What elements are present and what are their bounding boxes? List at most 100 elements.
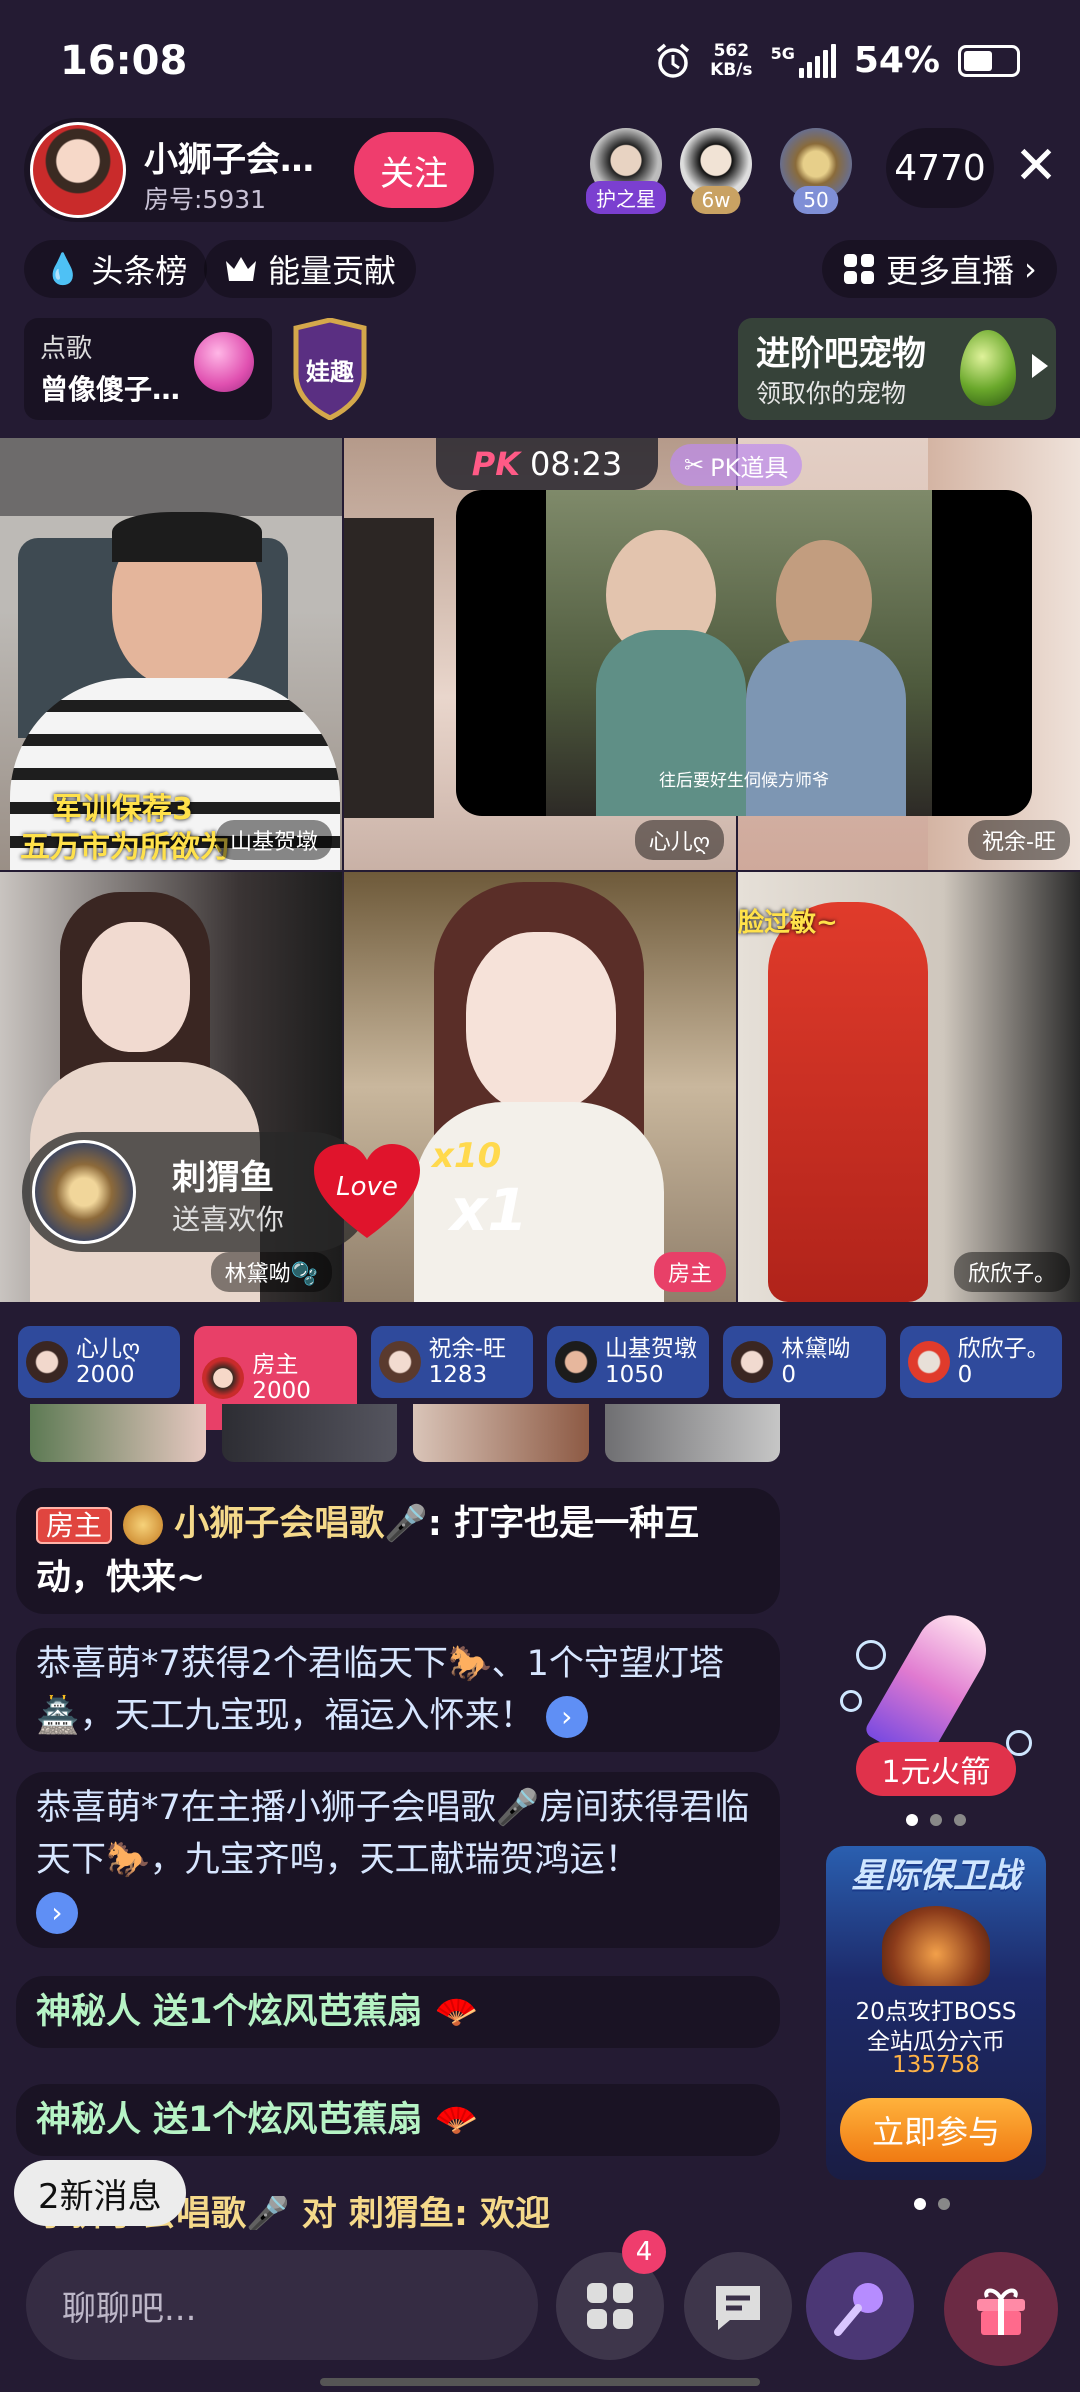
battery-icon (958, 44, 1020, 77)
fan-gift-icon: 🪭 (434, 2100, 479, 2140)
droplet-icon: 💧 (44, 251, 82, 287)
pk-tools-label: PK道具 (710, 453, 789, 482)
close-button[interactable]: ✕ (1008, 138, 1064, 194)
mic-button[interactable] (806, 2252, 914, 2360)
pet-promo-title: 进阶吧宠物 (756, 334, 926, 374)
headline-chip[interactable]: 💧 头条榜 (24, 240, 208, 298)
stream-name-tag: 山基贺墩 (215, 820, 332, 860)
gift-sender: 刺猬鱼 (172, 1158, 274, 1198)
host-panel[interactable]: 小狮子会唱歌 房号:5931 关注 (24, 118, 494, 222)
carousel-dots (914, 2198, 950, 2210)
score-card[interactable]: 祝余-旺 1283 (370, 1326, 533, 1398)
rocket-promo[interactable]: 1元火箭 (836, 1602, 1042, 1800)
carousel-dots (906, 1814, 966, 1826)
stream-overlay-text: 五万市为所欲为 (20, 830, 230, 865)
rocket-label: 1元火箭 (856, 1742, 1016, 1796)
stream-6[interactable]: 脸过敏~ 欣欣子。 (738, 872, 1080, 1302)
top-viewer-1[interactable]: 护之星 (586, 128, 666, 214)
chat-message[interactable]: 恭喜萌*7获得2个君临天下🐎、1个守望灯塔 🏯，天工九宝现，福运入怀来！ › (16, 1628, 780, 1752)
boss-icon (882, 1906, 990, 1986)
level-badge-icon (123, 1505, 164, 1545)
chat-message[interactable]: 神秘人 送1个炫风芭蕉扇 🪭 (16, 2084, 780, 2156)
follow-button[interactable]: 关注 (354, 132, 474, 208)
stream-name-tag: 欣欣子。 (953, 1252, 1070, 1292)
movie-subtitle: 往后要好生伺候方师爷 (659, 771, 829, 791)
pk-logo: PK (471, 445, 521, 483)
badge-text: 娃趣 (306, 358, 354, 386)
heart-gift-icon: Love (312, 1142, 422, 1242)
top-viewer-3[interactable]: 50 (780, 128, 852, 214)
viewer-badge: 6w (691, 186, 741, 214)
energy-chip[interactable]: 能量贡献 (204, 240, 417, 298)
status-time: 16:08 (60, 38, 188, 84)
lighthouse-icon: 🏯 (36, 1696, 80, 1736)
lollipop-icon (194, 332, 254, 392)
movie-clip[interactable]: 往后要好生伺候方师爷 (456, 490, 1032, 816)
grid-icon (587, 2283, 633, 2329)
song-request-tile[interactable]: 点歌 曾像傻子一样 (24, 318, 272, 420)
host-avatar[interactable] (30, 122, 126, 218)
score-card[interactable]: 心儿ღ 2000 (18, 1326, 181, 1398)
menu-button[interactable]: 4 (556, 2230, 666, 2360)
event-number: 135758 (892, 2052, 980, 2078)
gift-action: 送喜欢你 (172, 1203, 285, 1236)
egg-icon (960, 330, 1016, 406)
fan-gift-icon: 🪭 (434, 1992, 479, 2032)
stream-name-tag: 祝余-旺 (968, 820, 1070, 860)
pk-timer: PK 08:23 (436, 438, 658, 490)
chat-input[interactable]: 聊聊吧... (26, 2250, 538, 2360)
notification-badge: 4 (622, 2230, 666, 2274)
pk-tools-button[interactable]: ✂ PK道具 (670, 444, 803, 486)
more-live-label: 更多直播 (886, 252, 1015, 290)
chevron-right-icon: › (1024, 250, 1037, 288)
net-speed: 562 KB/s (710, 40, 753, 80)
chat-message[interactable]: 恭喜萌*7在主播小狮子会唱歌🎤房间获得君临天下🐎，九宝齐鸣，天工献瑞贺鸿运！ › (16, 1772, 780, 1948)
pet-promo[interactable]: 进阶吧宠物 领取你的宠物 (738, 318, 1056, 420)
message-button[interactable] (684, 2252, 792, 2360)
stream-overlay-text: 脸过敏~ (738, 908, 838, 938)
stream-name-tag: 房主 (653, 1252, 726, 1292)
gift-combo: x1 (450, 1176, 528, 1244)
gift-box-icon (977, 2288, 1025, 2335)
more-live-chip[interactable]: 更多直播 › (822, 240, 1057, 298)
score-card[interactable]: 林黛呦 0 (723, 1326, 886, 1398)
top-viewer-2[interactable]: 6w (680, 128, 752, 214)
event-cta-button[interactable]: 立即参与 (840, 2098, 1032, 2162)
chat-message[interactable]: 神秘人 送1个炫风芭蕉扇 🪭 (16, 1976, 780, 2048)
stream-name-tag: 心儿ღ (634, 820, 724, 860)
event-title: 星际保卫战 (851, 1856, 1021, 1896)
energy-label: 能量贡献 (268, 252, 397, 290)
chevron-right-icon[interactable]: › (36, 1892, 78, 1934)
chat-message[interactable]: 房主 小狮子会唱歌🎤: 打字也是一种互动，快来~ (16, 1488, 780, 1614)
pk-scoreboard: 心儿ღ 2000 房主 2000 祝余-旺 1283 山基贺墩 1050 林黛呦 0 欣欣… (18, 1326, 1062, 1430)
event-line1: 20点攻打BOSS (855, 1999, 1017, 2025)
fan-badge[interactable]: 娃趣 (288, 317, 372, 421)
bottom-bar: 聊聊吧... 4 (0, 2220, 1080, 2392)
host-name: 小狮子会唱歌 (144, 140, 334, 180)
pk-timer-value: 08:23 (530, 445, 623, 483)
stream-1[interactable]: 军训保荐3 五万市为所欲为 山基贺墩 (0, 438, 342, 870)
score-card[interactable]: 山基贺墩 1050 (546, 1326, 710, 1398)
pet-promo-subtitle: 领取你的宠物 (756, 379, 907, 408)
viewer-count[interactable]: 4770 (886, 128, 994, 208)
new-messages-pill[interactable]: 2新消息 (14, 2160, 186, 2226)
chat-username: 小狮子会唱歌🎤 (174, 1504, 428, 1544)
event-card[interactable]: 星际保卫战 20点攻打BOSS 全站瓜分六币 135758 立即参与 (826, 1846, 1046, 2180)
crown-icon (226, 257, 256, 281)
alarm-icon (656, 43, 690, 78)
gift-button[interactable] (944, 2252, 1058, 2366)
home-indicator (320, 2378, 760, 2386)
stream-name-tag: 林黛呦🫧 (210, 1252, 332, 1292)
host-tag: 房主 (36, 1507, 113, 1544)
status-bar: 16:08 562 KB/s 5G 54% (0, 0, 1080, 115)
battery-percent: 54% (853, 40, 940, 81)
chevron-right-icon[interactable]: › (545, 1696, 588, 1738)
song-name: 曾像傻子一样 (40, 373, 190, 406)
play-arrow-icon (1032, 354, 1048, 378)
viewer-badge: 护之星 (586, 181, 666, 214)
song-tile-title: 点歌 (40, 334, 93, 364)
sender-avatar (32, 1140, 136, 1244)
score-card[interactable]: 欣欣子。 0 (899, 1326, 1062, 1398)
thumbnail-strip (30, 1404, 780, 1462)
tools-icon: ✂ (684, 451, 705, 479)
